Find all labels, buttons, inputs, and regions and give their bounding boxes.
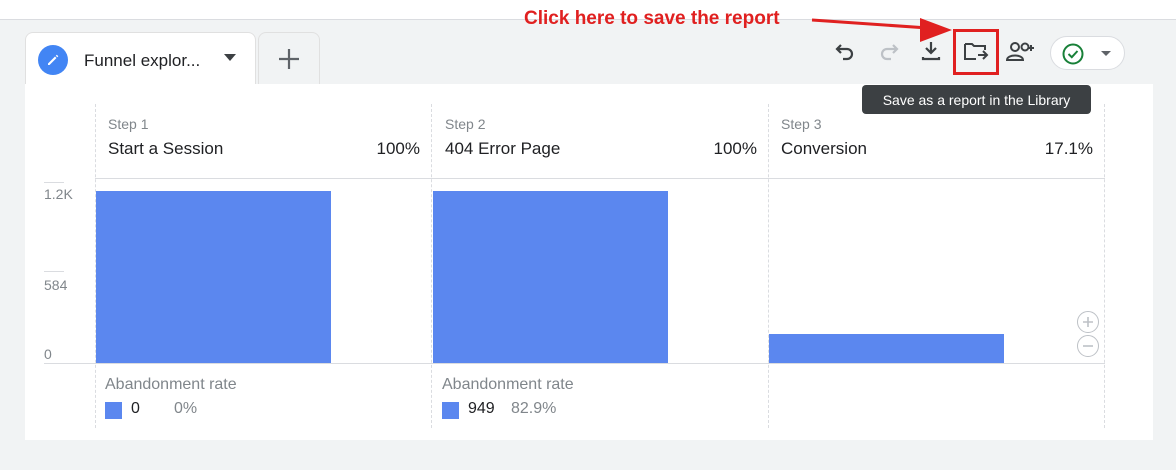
chevron-down-icon[interactable] <box>224 54 236 61</box>
tab-label[interactable]: Funnel explor... <box>84 51 200 71</box>
step-header: Step 3 Conversion 17.1% <box>769 104 1105 178</box>
minus-icon <box>1083 345 1093 347</box>
legend-swatch <box>105 402 122 419</box>
legend-swatch <box>442 402 459 419</box>
abandonment-rate: Abandonment rate 949 82.9% <box>433 374 769 428</box>
abandonment-count: 949 <box>468 400 495 417</box>
tick-mark <box>44 182 64 183</box>
zoom-in-button[interactable] <box>1077 311 1099 333</box>
step-name: Conversion <box>781 139 867 158</box>
funnel-chart: 1.2K 584 0 Step 1 Start a Session 100% S… <box>44 104 1106 428</box>
y-tick-label: 0 <box>44 346 52 362</box>
save-button-highlight <box>953 29 999 75</box>
abandonment-rate: Abandonment rate 0 0% <box>96 374 432 428</box>
step-number: Step 3 <box>781 116 822 132</box>
bar-conversion[interactable] <box>769 334 1004 363</box>
annotation-arrow <box>811 18 952 42</box>
plus-icon <box>279 48 299 69</box>
check-circle-icon <box>1062 43 1084 65</box>
step-percent: 17.1% <box>1044 139 1093 158</box>
step-name: Start a Session <box>108 139 224 158</box>
abandonment-percent: 0% <box>174 400 198 417</box>
abandonment-label: Abandonment rate <box>442 376 574 393</box>
step-header: Step 1 Start a Session 100% <box>96 104 432 178</box>
add-tab-button[interactable] <box>258 32 320 84</box>
share-icon <box>1005 42 1034 61</box>
tick-mark <box>44 271 64 272</box>
zoom-out-button[interactable] <box>1077 335 1099 357</box>
plus-icon <box>1083 317 1093 327</box>
step-percent: 100% <box>376 139 420 158</box>
abandonment-count: 0 <box>131 400 140 417</box>
step-number: Step 1 <box>108 116 149 132</box>
share-button[interactable] <box>1004 34 1038 68</box>
header-divider <box>95 178 1105 179</box>
step-number: Step 2 <box>445 116 486 132</box>
status-button[interactable] <box>1050 36 1125 70</box>
y-tick-label: 1.2K <box>44 186 73 202</box>
annotation-text: Click here to save the report <box>524 8 780 29</box>
step-name: 404 Error Page <box>445 139 561 158</box>
abandonment-label: Abandonment rate <box>105 376 237 393</box>
chevron-down-icon <box>1101 51 1111 56</box>
y-tick-label: 584 <box>44 277 68 293</box>
bar-start-a-session[interactable] <box>96 191 331 363</box>
step-percent: 100% <box>713 139 757 158</box>
bar-404-error-page[interactable] <box>433 191 668 363</box>
baseline <box>44 363 1105 364</box>
pencil-icon[interactable] <box>38 45 68 75</box>
tab-funnel-exploration[interactable]: Funnel explor... <box>25 32 256 84</box>
abandonment-percent: 82.9% <box>511 400 557 417</box>
step-header: Step 2 404 Error Page 100% <box>433 104 769 178</box>
